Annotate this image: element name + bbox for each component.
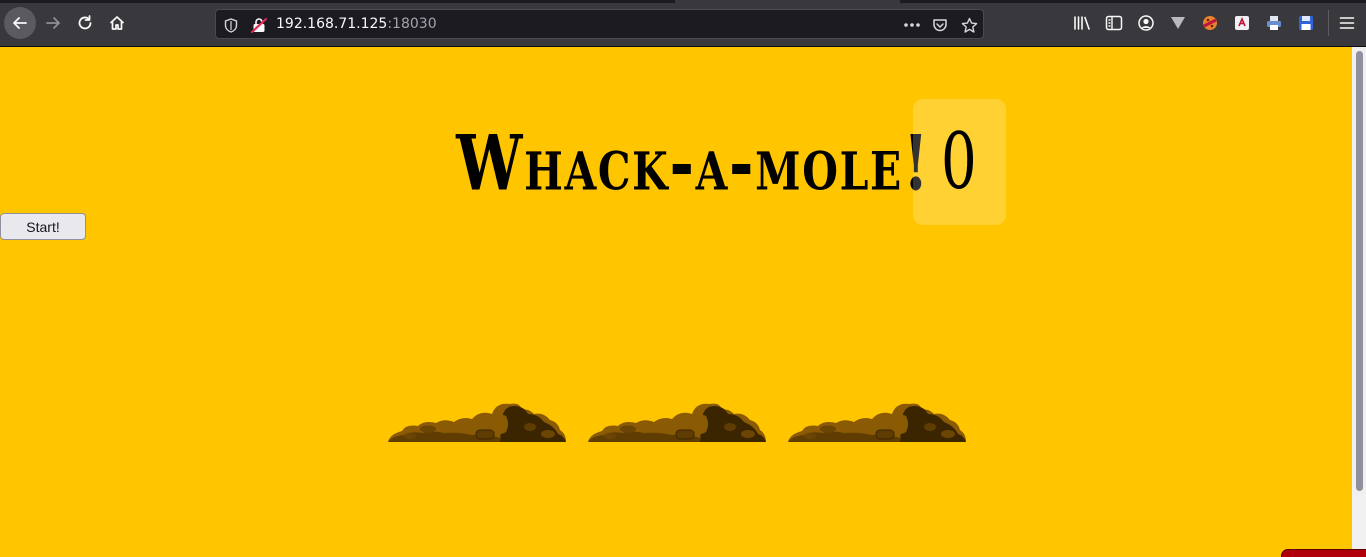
dirt-mound-icon [388,403,566,442]
score-value: 0 [941,117,978,207]
tab-strip [0,0,675,3]
insecure-lock-icon[interactable] [250,16,268,34]
mole-hole[interactable] [788,398,968,442]
sidebar-icon[interactable] [1103,12,1125,34]
account-icon[interactable] [1135,12,1157,34]
browser-toolbar: 192.168.71.125:18030 [0,0,1366,47]
extension-cards-icon[interactable] [1231,12,1253,34]
arrow-right-icon [46,17,60,29]
mole-hole[interactable] [388,398,568,442]
score-display: 0 [912,99,1006,225]
dirt-mound-icon [788,403,966,442]
forward-button[interactable] [39,9,67,37]
shield-icon[interactable] [222,16,240,34]
home-button[interactable] [103,9,131,37]
extension-v-icon[interactable] [1167,12,1189,34]
corner-indicator [1281,549,1366,557]
mole-hole[interactable] [588,398,768,442]
reload-button[interactable] [71,9,99,37]
vertical-scrollbar[interactable] [1352,47,1366,557]
extension-save-icon[interactable] [1295,12,1317,34]
url-host: 192.168.71.125 [276,16,388,32]
reload-icon [78,15,92,30]
more-actions-icon[interactable] [903,16,921,34]
extension-printer-icon[interactable] [1263,12,1285,34]
url-port: :18030 [387,16,437,32]
extension-cookie-icon[interactable] [1199,12,1221,34]
bookmark-star-icon[interactable] [960,16,978,34]
scrollbar-thumb[interactable] [1356,51,1363,491]
title-row: Whack-a-mole! 0 [0,97,1352,227]
start-button[interactable]: Start! [0,213,86,240]
back-button[interactable] [4,7,36,39]
dirt-mound-icon [588,403,766,442]
library-icon[interactable] [1071,12,1093,34]
pocket-icon[interactable] [931,16,949,34]
arrow-left-icon [13,17,27,29]
game-page: Whack-a-mole! 0 Start! [0,47,1352,557]
tab-strip [900,0,1366,3]
toolbar-separator [1328,10,1329,36]
menu-icon[interactable] [1336,12,1358,34]
home-icon [109,16,125,30]
url-text[interactable]: 192.168.71.125:18030 [276,16,437,32]
url-bar[interactable]: 192.168.71.125:18030 [215,9,984,39]
game-title: Whack-a-mole! [456,117,931,207]
